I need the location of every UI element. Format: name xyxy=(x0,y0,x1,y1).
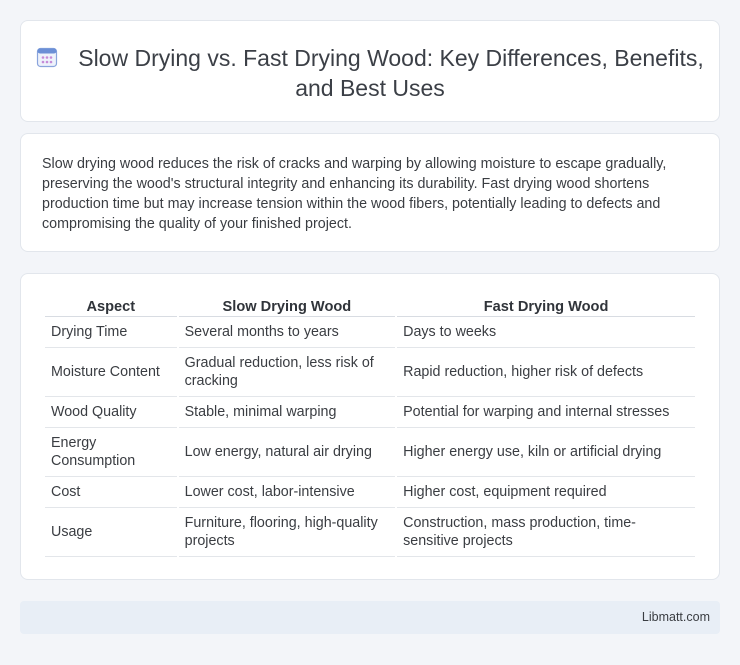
row-slow-value: Lower cost, labor-intensive xyxy=(178,477,396,508)
intro-paragraph: Slow drying wood reduces the risk of cra… xyxy=(42,156,667,232)
intro-card: Slow drying wood reduces the risk of cra… xyxy=(20,133,720,252)
calendar-icon xyxy=(37,47,58,68)
table-row: Moisture Content Gradual reduction, less… xyxy=(45,348,695,397)
row-slow-value: Several months to years xyxy=(178,317,396,348)
table-row: Energy Consumption Low energy, natural a… xyxy=(45,428,695,477)
row-aspect: Drying Time xyxy=(45,317,177,348)
table-row: Usage Furniture, flooring, high-quality … xyxy=(45,508,695,557)
row-aspect: Cost xyxy=(45,477,177,508)
table-row: Cost Lower cost, labor-intensive Higher … xyxy=(45,477,695,508)
table-row: Drying Time Several months to years Days… xyxy=(45,317,695,348)
column-header-slow: Slow Drying Wood xyxy=(178,296,396,317)
row-fast-value: Higher cost, equipment required xyxy=(397,477,695,508)
page-title: Slow Drying vs. Fast Drying Wood: Key Di… xyxy=(78,45,704,101)
column-header-aspect: Aspect xyxy=(45,296,177,317)
row-fast-value: Construction, mass production, time-sens… xyxy=(397,508,695,557)
footer: Libmatt.com xyxy=(20,601,720,634)
header: Slow Drying vs. Fast Drying Wood: Key Di… xyxy=(21,43,719,103)
column-header-fast: Fast Drying Wood xyxy=(397,296,695,317)
row-slow-value: Furniture, flooring, high-quality projec… xyxy=(178,508,396,557)
row-fast-value: Days to weeks xyxy=(397,317,695,348)
header-card: Slow Drying vs. Fast Drying Wood: Key Di… xyxy=(20,20,720,122)
comparison-card: Aspect Slow Drying Wood Fast Drying Wood… xyxy=(20,273,720,580)
row-aspect: Moisture Content xyxy=(45,348,177,397)
row-aspect: Usage xyxy=(45,508,177,557)
row-slow-value: Stable, minimal warping xyxy=(178,397,396,428)
row-aspect: Wood Quality xyxy=(45,397,177,428)
row-fast-value: Rapid reduction, higher risk of defects xyxy=(397,348,695,397)
row-slow-value: Gradual reduction, less risk of cracking xyxy=(178,348,396,397)
footer-brand: Libmatt.com xyxy=(641,610,710,624)
table-header-row: Aspect Slow Drying Wood Fast Drying Wood xyxy=(45,296,695,317)
table-row: Wood Quality Stable, minimal warping Pot… xyxy=(45,397,695,428)
comparison-table: Aspect Slow Drying Wood Fast Drying Wood… xyxy=(43,296,697,557)
row-fast-value: Potential for warping and internal stres… xyxy=(397,397,695,428)
row-slow-value: Low energy, natural air drying xyxy=(178,428,396,477)
row-fast-value: Higher energy use, kiln or artificial dr… xyxy=(397,428,695,477)
row-aspect: Energy Consumption xyxy=(45,428,177,477)
